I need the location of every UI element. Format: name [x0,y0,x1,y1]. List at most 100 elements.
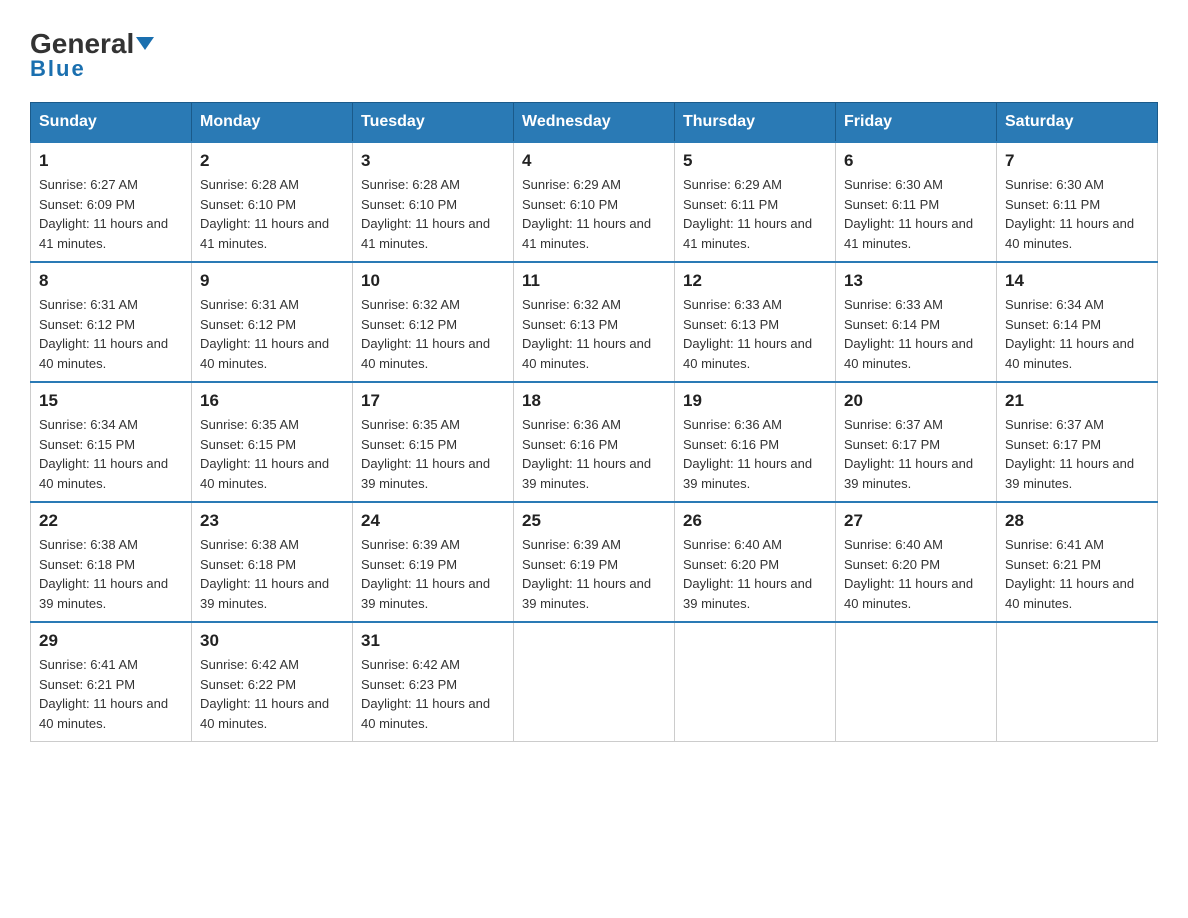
calendar-day-header: Friday [836,103,997,143]
day-number: 24 [361,511,505,531]
calendar-week-row: 29 Sunrise: 6:41 AMSunset: 6:21 PMDaylig… [31,622,1158,742]
calendar-header-row: SundayMondayTuesdayWednesdayThursdayFrid… [31,103,1158,143]
calendar-week-row: 1 Sunrise: 6:27 AMSunset: 6:09 PMDayligh… [31,142,1158,262]
day-info: Sunrise: 6:41 AMSunset: 6:21 PMDaylight:… [1005,535,1149,613]
calendar-cell: 31 Sunrise: 6:42 AMSunset: 6:23 PMDaylig… [353,622,514,742]
day-number: 9 [200,271,344,291]
day-info: Sunrise: 6:30 AMSunset: 6:11 PMDaylight:… [844,175,988,253]
calendar-cell: 9 Sunrise: 6:31 AMSunset: 6:12 PMDayligh… [192,262,353,382]
calendar-cell: 27 Sunrise: 6:40 AMSunset: 6:20 PMDaylig… [836,502,997,622]
day-info: Sunrise: 6:33 AMSunset: 6:14 PMDaylight:… [844,295,988,373]
day-number: 8 [39,271,183,291]
calendar-day-header: Saturday [997,103,1158,143]
calendar-cell: 17 Sunrise: 6:35 AMSunset: 6:15 PMDaylig… [353,382,514,502]
day-info: Sunrise: 6:29 AMSunset: 6:11 PMDaylight:… [683,175,827,253]
day-number: 15 [39,391,183,411]
calendar-cell: 8 Sunrise: 6:31 AMSunset: 6:12 PMDayligh… [31,262,192,382]
calendar-cell [836,622,997,742]
day-number: 30 [200,631,344,651]
day-info: Sunrise: 6:29 AMSunset: 6:10 PMDaylight:… [522,175,666,253]
calendar-cell: 28 Sunrise: 6:41 AMSunset: 6:21 PMDaylig… [997,502,1158,622]
calendar-cell [675,622,836,742]
day-info: Sunrise: 6:42 AMSunset: 6:23 PMDaylight:… [361,655,505,733]
day-number: 2 [200,151,344,171]
calendar-cell: 16 Sunrise: 6:35 AMSunset: 6:15 PMDaylig… [192,382,353,502]
logo: General Blue [30,30,154,82]
day-info: Sunrise: 6:41 AMSunset: 6:21 PMDaylight:… [39,655,183,733]
day-number: 12 [683,271,827,291]
day-number: 6 [844,151,988,171]
calendar-cell: 11 Sunrise: 6:32 AMSunset: 6:13 PMDaylig… [514,262,675,382]
calendar-cell: 13 Sunrise: 6:33 AMSunset: 6:14 PMDaylig… [836,262,997,382]
calendar-cell: 23 Sunrise: 6:38 AMSunset: 6:18 PMDaylig… [192,502,353,622]
calendar-cell: 10 Sunrise: 6:32 AMSunset: 6:12 PMDaylig… [353,262,514,382]
calendar-cell: 19 Sunrise: 6:36 AMSunset: 6:16 PMDaylig… [675,382,836,502]
day-number: 4 [522,151,666,171]
calendar-week-row: 8 Sunrise: 6:31 AMSunset: 6:12 PMDayligh… [31,262,1158,382]
calendar-week-row: 22 Sunrise: 6:38 AMSunset: 6:18 PMDaylig… [31,502,1158,622]
day-number: 16 [200,391,344,411]
day-info: Sunrise: 6:38 AMSunset: 6:18 PMDaylight:… [39,535,183,613]
day-number: 19 [683,391,827,411]
calendar-day-header: Tuesday [353,103,514,143]
calendar-cell: 1 Sunrise: 6:27 AMSunset: 6:09 PMDayligh… [31,142,192,262]
day-number: 14 [1005,271,1149,291]
day-number: 10 [361,271,505,291]
day-number: 28 [1005,511,1149,531]
day-number: 27 [844,511,988,531]
calendar-cell [997,622,1158,742]
calendar-cell: 12 Sunrise: 6:33 AMSunset: 6:13 PMDaylig… [675,262,836,382]
calendar-day-header: Thursday [675,103,836,143]
calendar-cell: 30 Sunrise: 6:42 AMSunset: 6:22 PMDaylig… [192,622,353,742]
calendar-cell: 20 Sunrise: 6:37 AMSunset: 6:17 PMDaylig… [836,382,997,502]
calendar-day-header: Wednesday [514,103,675,143]
calendar-cell: 21 Sunrise: 6:37 AMSunset: 6:17 PMDaylig… [997,382,1158,502]
calendar-cell: 2 Sunrise: 6:28 AMSunset: 6:10 PMDayligh… [192,142,353,262]
day-info: Sunrise: 6:37 AMSunset: 6:17 PMDaylight:… [1005,415,1149,493]
day-number: 29 [39,631,183,651]
day-number: 17 [361,391,505,411]
day-number: 5 [683,151,827,171]
calendar-cell: 26 Sunrise: 6:40 AMSunset: 6:20 PMDaylig… [675,502,836,622]
day-info: Sunrise: 6:27 AMSunset: 6:09 PMDaylight:… [39,175,183,253]
day-info: Sunrise: 6:37 AMSunset: 6:17 PMDaylight:… [844,415,988,493]
calendar-cell: 14 Sunrise: 6:34 AMSunset: 6:14 PMDaylig… [997,262,1158,382]
logo-blue: Blue [30,56,86,82]
day-info: Sunrise: 6:30 AMSunset: 6:11 PMDaylight:… [1005,175,1149,253]
day-info: Sunrise: 6:36 AMSunset: 6:16 PMDaylight:… [683,415,827,493]
logo-general: General [30,30,154,58]
day-number: 3 [361,151,505,171]
day-info: Sunrise: 6:36 AMSunset: 6:16 PMDaylight:… [522,415,666,493]
day-info: Sunrise: 6:35 AMSunset: 6:15 PMDaylight:… [200,415,344,493]
day-info: Sunrise: 6:28 AMSunset: 6:10 PMDaylight:… [200,175,344,253]
day-info: Sunrise: 6:31 AMSunset: 6:12 PMDaylight:… [39,295,183,373]
day-info: Sunrise: 6:38 AMSunset: 6:18 PMDaylight:… [200,535,344,613]
day-number: 1 [39,151,183,171]
day-number: 21 [1005,391,1149,411]
calendar-cell: 4 Sunrise: 6:29 AMSunset: 6:10 PMDayligh… [514,142,675,262]
day-number: 31 [361,631,505,651]
day-number: 18 [522,391,666,411]
calendar-day-header: Monday [192,103,353,143]
day-info: Sunrise: 6:34 AMSunset: 6:15 PMDaylight:… [39,415,183,493]
calendar-cell [514,622,675,742]
calendar-cell: 18 Sunrise: 6:36 AMSunset: 6:16 PMDaylig… [514,382,675,502]
calendar-cell: 7 Sunrise: 6:30 AMSunset: 6:11 PMDayligh… [997,142,1158,262]
calendar-cell: 24 Sunrise: 6:39 AMSunset: 6:19 PMDaylig… [353,502,514,622]
day-info: Sunrise: 6:31 AMSunset: 6:12 PMDaylight:… [200,295,344,373]
day-info: Sunrise: 6:39 AMSunset: 6:19 PMDaylight:… [522,535,666,613]
calendar-cell: 5 Sunrise: 6:29 AMSunset: 6:11 PMDayligh… [675,142,836,262]
day-number: 25 [522,511,666,531]
calendar-day-header: Sunday [31,103,192,143]
calendar-cell: 6 Sunrise: 6:30 AMSunset: 6:11 PMDayligh… [836,142,997,262]
day-info: Sunrise: 6:28 AMSunset: 6:10 PMDaylight:… [361,175,505,253]
day-info: Sunrise: 6:32 AMSunset: 6:12 PMDaylight:… [361,295,505,373]
calendar-table: SundayMondayTuesdayWednesdayThursdayFrid… [30,102,1158,742]
day-number: 11 [522,271,666,291]
day-number: 20 [844,391,988,411]
calendar-cell: 29 Sunrise: 6:41 AMSunset: 6:21 PMDaylig… [31,622,192,742]
page-header: General Blue [30,30,1158,82]
day-number: 22 [39,511,183,531]
day-info: Sunrise: 6:35 AMSunset: 6:15 PMDaylight:… [361,415,505,493]
day-number: 23 [200,511,344,531]
